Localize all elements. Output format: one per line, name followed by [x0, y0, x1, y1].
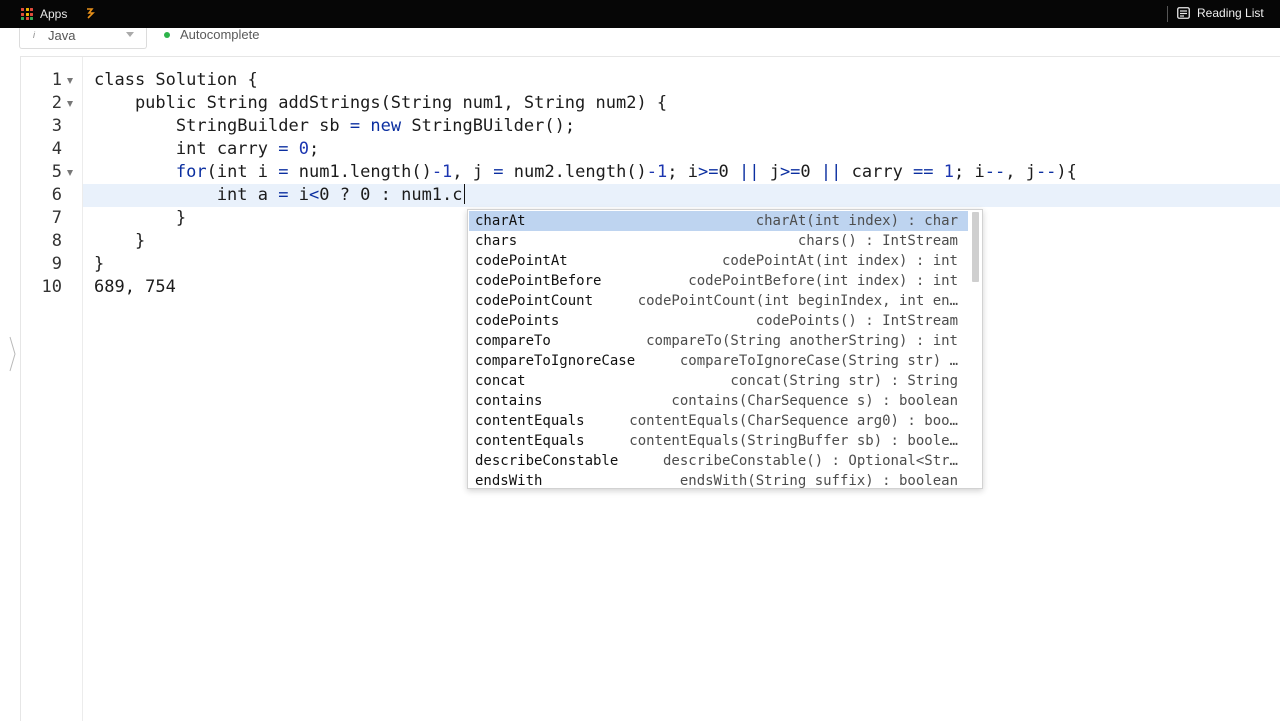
- autocomplete-item-signature: codePoints() : IntStream: [755, 313, 958, 329]
- autocomplete-item-signature: charAt(int index) : char: [755, 213, 958, 229]
- autocomplete-item-signature: compareTo(String anotherString) : int: [646, 333, 958, 349]
- code-line-10: 689, 754: [94, 277, 176, 297]
- autocomplete-item[interactable]: chars chars() : IntStream: [469, 231, 968, 251]
- autocomplete-item-signature: contentEquals(CharSequence arg0) : boo…: [629, 413, 958, 429]
- line-number: 7: [51, 208, 62, 228]
- autocomplete-item-name: contentEquals: [475, 413, 585, 429]
- autocomplete-item-name: chars: [475, 233, 518, 249]
- autocomplete-item[interactable]: compareToIgnoreCase compareToIgnoreCase(S…: [469, 351, 968, 371]
- autocomplete-item-signature: describeConstable() : Optional<Str…: [662, 453, 958, 469]
- autocomplete-item[interactable]: codePointCount codePointCount(int beginIn…: [469, 291, 968, 311]
- autocomplete-item[interactable]: endsWith endsWith(String suffix) : boolea…: [469, 471, 968, 489]
- code-line-1: class Solution {: [94, 70, 258, 90]
- autocomplete-item-signature: concat(String str) : String: [730, 373, 958, 389]
- autocomplete-status[interactable]: Autocomplete: [164, 27, 260, 42]
- autocomplete-item-name: codePoints: [475, 313, 560, 329]
- autocomplete-item-name: contains: [475, 393, 543, 409]
- autocomplete-item-name: concat: [475, 373, 526, 389]
- toolbar-divider: [1167, 6, 1168, 22]
- autocomplete-item-signature: chars() : IntStream: [797, 233, 958, 249]
- autocomplete-item-signature: codePointBefore(int index) : int: [688, 273, 958, 289]
- code-line-8: }: [94, 231, 146, 251]
- line-number: 1: [51, 70, 62, 90]
- apps-grid-icon: [21, 8, 33, 20]
- autocomplete-item[interactable]: codePointBefore codePointBefore(int index…: [469, 271, 968, 291]
- code-line-3: StringBuilder sb = new StringBUilder();: [94, 116, 576, 136]
- code-line-6: int a = i<0 ? 0 : num1.c: [94, 184, 466, 207]
- line-number: 2: [51, 93, 62, 113]
- autocomplete-item[interactable]: charAt charAt(int index) : char: [469, 211, 968, 231]
- status-dot-icon: [164, 31, 170, 38]
- autocomplete-item-signature: compareToIgnoreCase(String str) …: [679, 353, 958, 369]
- line-number: 4: [51, 139, 62, 159]
- language-label: Java: [48, 28, 76, 43]
- autocomplete-item[interactable]: codePoints codePoints() : IntStream: [469, 311, 968, 331]
- autocomplete-item[interactable]: concat concat(String str) : String: [469, 371, 968, 391]
- apps-shortcut[interactable]: Apps: [21, 7, 67, 21]
- code-line-4: int carry = 0;: [94, 139, 320, 159]
- language-select[interactable]: i Java: [19, 28, 147, 49]
- autocomplete-item[interactable]: contentEquals contentEquals(CharSequence …: [469, 411, 968, 431]
- side-panel-handle[interactable]: [9, 336, 17, 372]
- autocomplete-item-name: compareTo: [475, 333, 551, 349]
- autocomplete-item-name: charAt: [475, 213, 526, 229]
- autocomplete-item-signature: contentEquals(StringBuffer sb) : boole…: [629, 433, 958, 449]
- autocomplete-item-name: codePointBefore: [475, 273, 602, 289]
- autocomplete-item-name: describeConstable: [475, 453, 619, 469]
- line-number: 6: [51, 185, 62, 205]
- autocomplete-item[interactable]: compareTo compareTo(String anotherString)…: [469, 331, 968, 351]
- bookmark-favicon-icon[interactable]: [84, 6, 98, 20]
- autocomplete-item[interactable]: describeConstable describeConstable() : O…: [469, 451, 968, 471]
- autocomplete-item-name: codePointCount: [475, 293, 594, 309]
- code-line-9: }: [94, 254, 105, 274]
- autocomplete-item[interactable]: contains contains(CharSequence s) : boole…: [469, 391, 968, 411]
- code-line-5: for(int i = num1.length()-1, j = num2.le…: [175, 162, 1077, 182]
- autocomplete-item-signature: codePointAt(int index) : int: [721, 253, 958, 269]
- autocomplete-item[interactable]: codePointAt codePointAt(int index) : int: [469, 251, 968, 271]
- code-line-7: }: [94, 208, 187, 228]
- line-number-gutter: 1 2 3 4 5 6 7 8 9 10: [21, 57, 83, 721]
- line-number: 5: [51, 162, 62, 182]
- autocomplete-popup[interactable]: endsWith endsWith(String suffix) : boolea…: [467, 209, 983, 489]
- line-number: 10: [41, 277, 62, 297]
- autocomplete-item-signature: endsWith(String suffix) : boolean: [679, 473, 958, 489]
- autocomplete-item[interactable]: contentEquals contentEquals(StringBuffer …: [469, 431, 968, 451]
- line-number: 9: [51, 254, 62, 274]
- line-number: 8: [51, 231, 62, 251]
- reading-list-label: Reading List: [1197, 6, 1264, 20]
- autocomplete-item-name: endsWith: [475, 473, 543, 489]
- fold-toggle-icon[interactable]: [67, 78, 73, 84]
- code-line-2: public String addStrings(String num1, St…: [94, 93, 668, 113]
- popup-scrollbar[interactable]: [972, 212, 979, 282]
- fold-toggle-icon[interactable]: [67, 101, 73, 107]
- apps-label: Apps: [40, 7, 68, 21]
- autocomplete-item-name: codePointAt: [475, 253, 568, 269]
- autocomplete-item-signature: codePointCount(int beginIndex, int en…: [637, 293, 958, 309]
- text-cursor: [463, 184, 466, 204]
- line-number: 3: [51, 116, 62, 136]
- reading-list-button[interactable]: Reading List: [1177, 6, 1264, 20]
- autocomplete-item-name: contentEquals: [475, 433, 585, 449]
- reading-list-icon: [1177, 7, 1190, 19]
- autocomplete-item-signature: contains(CharSequence s) : boolean: [671, 393, 958, 409]
- chevron-right-icon: [9, 336, 16, 372]
- autocomplete-label: Autocomplete: [180, 27, 260, 42]
- fold-toggle-icon[interactable]: [67, 170, 73, 176]
- autocomplete-item-name: compareToIgnoreCase: [475, 353, 636, 369]
- language-info-icon: i: [33, 30, 35, 40]
- chevron-down-icon: [126, 32, 134, 37]
- browser-bookmarks-bar: Apps Reading List: [0, 0, 1280, 28]
